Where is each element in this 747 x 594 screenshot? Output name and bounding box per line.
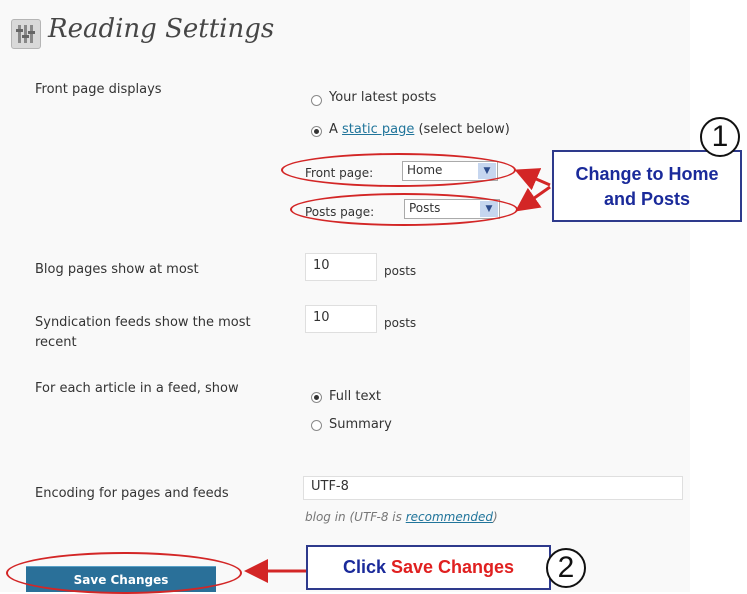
callout-1-line-1: Change to Home — [575, 164, 719, 184]
step-number-1: 1 — [700, 117, 740, 157]
callout-change-pages: Change to Home and Posts — [552, 150, 742, 222]
annotation-arrows — [244, 168, 551, 583]
arrow-to-posts-page — [515, 185, 551, 212]
arrow-to-front-page — [514, 168, 551, 191]
step-number-2: 2 — [546, 548, 586, 588]
callout-click-save: Click Save Changes — [306, 545, 551, 590]
callout-1-line-2: and Posts — [603, 189, 691, 209]
